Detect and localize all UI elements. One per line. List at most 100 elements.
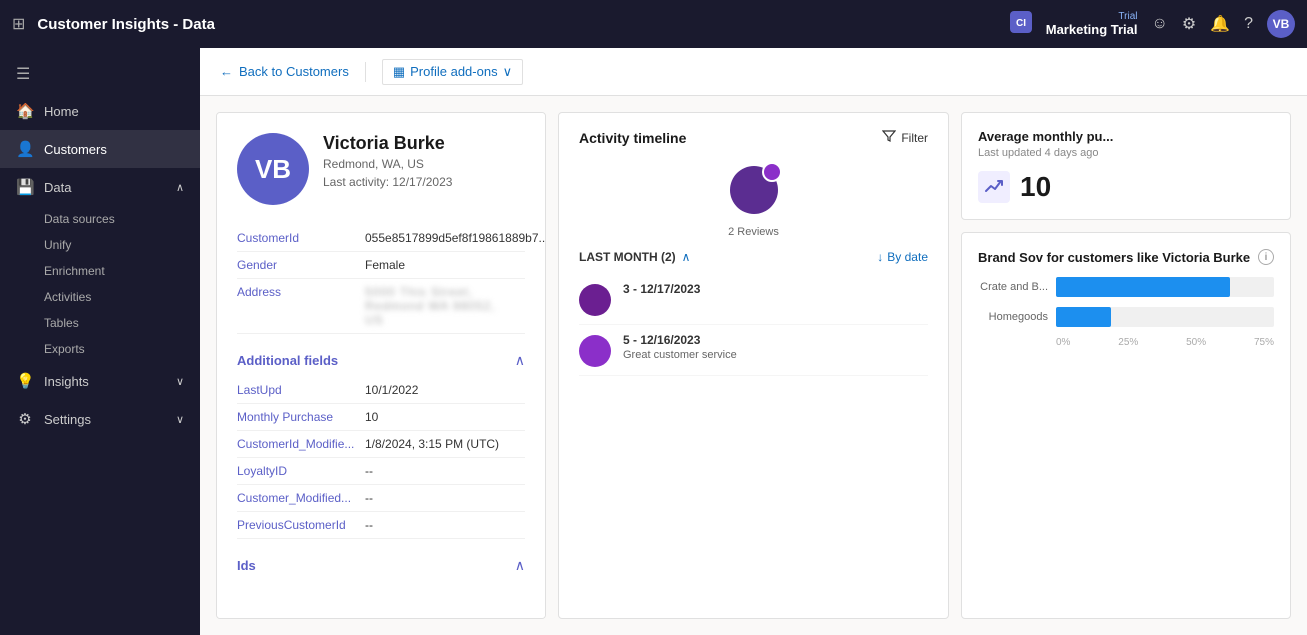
smiley-icon[interactable]: ☺ [1151, 15, 1167, 33]
activity-summary: 3 - 12/17/2023 [623, 282, 928, 296]
bell-icon[interactable]: 🔔 [1210, 14, 1230, 34]
field-row-previouscustomerid: PreviousCustomerId -- [237, 512, 525, 539]
data-icon: 💾 [16, 178, 34, 196]
chevron-down-icon: ∨ [503, 64, 513, 80]
profile-addons-label: Profile add-ons [410, 64, 497, 79]
profile-addons-btn[interactable]: ▦ Profile add-ons ∨ [382, 59, 523, 85]
bar-row-1: Homegoods [978, 307, 1274, 327]
month-header: LAST MONTH (2) ∧ ↓ By date [579, 250, 928, 264]
month-label: LAST MONTH (2) [579, 250, 676, 264]
field-label: LoyaltyID [237, 464, 357, 478]
customer-header: VB Victoria Burke Redmond, WA, US Last a… [237, 133, 525, 205]
sidebar-item-data[interactable]: 💾 Data ∧ [0, 168, 200, 206]
customer-location: Redmond, WA, US [323, 157, 452, 171]
sidebar-item-label: Home [44, 104, 79, 119]
field-value: -- [365, 464, 373, 478]
customer-card: VB Victoria Burke Redmond, WA, US Last a… [216, 112, 546, 619]
field-label: Address [237, 285, 357, 327]
axis-label-1: 25% [1118, 337, 1138, 348]
activity-summary: 5 - 12/16/2023 [623, 333, 928, 347]
app-title: Customer Insights - Data [37, 16, 997, 33]
sidebar-sub-enrichment[interactable]: Enrichment [0, 258, 200, 284]
activity-title: Activity timeline [579, 130, 686, 146]
bar-track [1056, 277, 1274, 297]
svg-text:CI: CI [1016, 18, 1026, 29]
profile-icon: ▦ [393, 64, 405, 80]
metric-subtitle: Last updated 4 days ago [978, 147, 1274, 159]
expand-icon: ∧ [176, 181, 184, 194]
cluster-count: 2 Reviews [579, 226, 928, 238]
bar-fill [1056, 307, 1111, 327]
back-to-customers-btn[interactable]: ← Back to Customers [220, 64, 349, 79]
topbar-ci-icon: CI [1010, 11, 1032, 38]
hamburger-icon[interactable]: ☰ [0, 56, 200, 92]
ids-label: Ids [237, 558, 256, 573]
field-label: LastUpd [237, 383, 357, 397]
field-label: CustomerId [237, 231, 357, 245]
activity-dot [579, 335, 611, 367]
collapse-icon[interactable]: ∧ [515, 352, 525, 369]
grid-icon[interactable]: ⊞ [12, 14, 25, 34]
sidebar-sub-unify[interactable]: Unify [0, 232, 200, 258]
activity-header: Activity timeline Filter [579, 129, 928, 146]
sidebar-item-label: Customers [44, 142, 107, 157]
field-value: Female [365, 258, 405, 272]
activity-cluster [579, 162, 928, 218]
avatar[interactable]: VB [1267, 10, 1295, 38]
field-value: -- [365, 491, 373, 505]
field-value: 10 [365, 410, 378, 424]
field-row-loyaltyid: LoyaltyID -- [237, 458, 525, 485]
sidebar-item-label: Insights [44, 374, 89, 389]
additional-fields-list: LastUpd 10/1/2022 Monthly Purchase 10 Cu… [237, 377, 525, 539]
customer-avatar: VB [237, 133, 309, 205]
brand-title: Brand Sov for customers like Victoria Bu… [978, 250, 1250, 265]
expand-icon: ∨ [176, 413, 184, 426]
ids-header: Ids ∧ [237, 547, 525, 582]
month-group: LAST MONTH (2) ∧ ↓ By date 3 - 12/17/202… [579, 250, 928, 376]
filter-label: Filter [901, 131, 928, 145]
bar-label: Homegoods [978, 311, 1048, 323]
divider [365, 62, 366, 82]
field-row-monthlypurchase: Monthly Purchase 10 [237, 404, 525, 431]
sidebar-sub-datasources[interactable]: Data sources [0, 206, 200, 232]
axis-label-2: 50% [1186, 337, 1206, 348]
gear-icon[interactable]: ⚙ [1182, 14, 1196, 34]
activity-note: Great customer service [623, 349, 928, 361]
field-label: PreviousCustomerId [237, 518, 357, 532]
bar-label: Crate and B... [978, 281, 1048, 293]
activity-item-0: 3 - 12/17/2023 [579, 274, 928, 325]
sidebar-item-label: Settings [44, 412, 91, 427]
filter-btn[interactable]: Filter [882, 129, 928, 146]
home-icon: 🏠 [16, 102, 34, 120]
field-row-customerid-modified: CustomerId_Modifie... 1/8/2024, 3:15 PM … [237, 431, 525, 458]
sidebar-item-customers[interactable]: 👤 Customers [0, 130, 200, 168]
additional-fields-header: Additional fields ∧ [237, 342, 525, 377]
brand-title-row: Brand Sov for customers like Victoria Bu… [978, 249, 1274, 265]
collapse-ids-icon[interactable]: ∧ [515, 557, 525, 574]
field-row-customerid: CustomerId 055e8517899d5ef8f19861889b7..… [237, 225, 525, 252]
field-label: Monthly Purchase [237, 410, 357, 424]
customer-last-activity: Last activity: 12/17/2023 [323, 175, 452, 189]
help-icon[interactable]: ? [1244, 15, 1253, 33]
field-row-gender: Gender Female [237, 252, 525, 279]
bar-chart: Crate and B... Homegoods 0 [978, 277, 1274, 348]
sidebar-item-settings[interactable]: ⚙ Settings ∨ [0, 400, 200, 438]
topbar-right: CI Trial Marketing Trial ☺ ⚙ 🔔 ? VB [1010, 10, 1295, 38]
data-subitems: Data sources Unify Enrichment Activities… [0, 206, 200, 362]
field-value: 055e8517899d5ef8f19861889b7... [365, 231, 546, 245]
sidebar-sub-activities[interactable]: Activities [0, 284, 200, 310]
field-label: Gender [237, 258, 357, 272]
sidebar-sub-tables[interactable]: Tables [0, 310, 200, 336]
activity-info: 5 - 12/16/2023 Great customer service [623, 333, 928, 361]
info-icon[interactable]: i [1258, 249, 1274, 265]
sidebar-sub-exports[interactable]: Exports [0, 336, 200, 362]
sidebar-item-insights[interactable]: 💡 Insights ∨ [0, 362, 200, 400]
sidebar-item-home[interactable]: 🏠 Home [0, 92, 200, 130]
metric-card: Average monthly pu... Last updated 4 day… [961, 112, 1291, 220]
field-label: CustomerId_Modifie... [237, 437, 357, 451]
content-area: ← Back to Customers ▦ Profile add-ons ∨ … [200, 48, 1307, 635]
metric-value-row: 10 [978, 171, 1274, 203]
expand-month-icon[interactable]: ∧ [682, 250, 691, 264]
expand-icon: ∨ [176, 375, 184, 388]
sort-btn[interactable]: ↓ By date [877, 250, 928, 264]
